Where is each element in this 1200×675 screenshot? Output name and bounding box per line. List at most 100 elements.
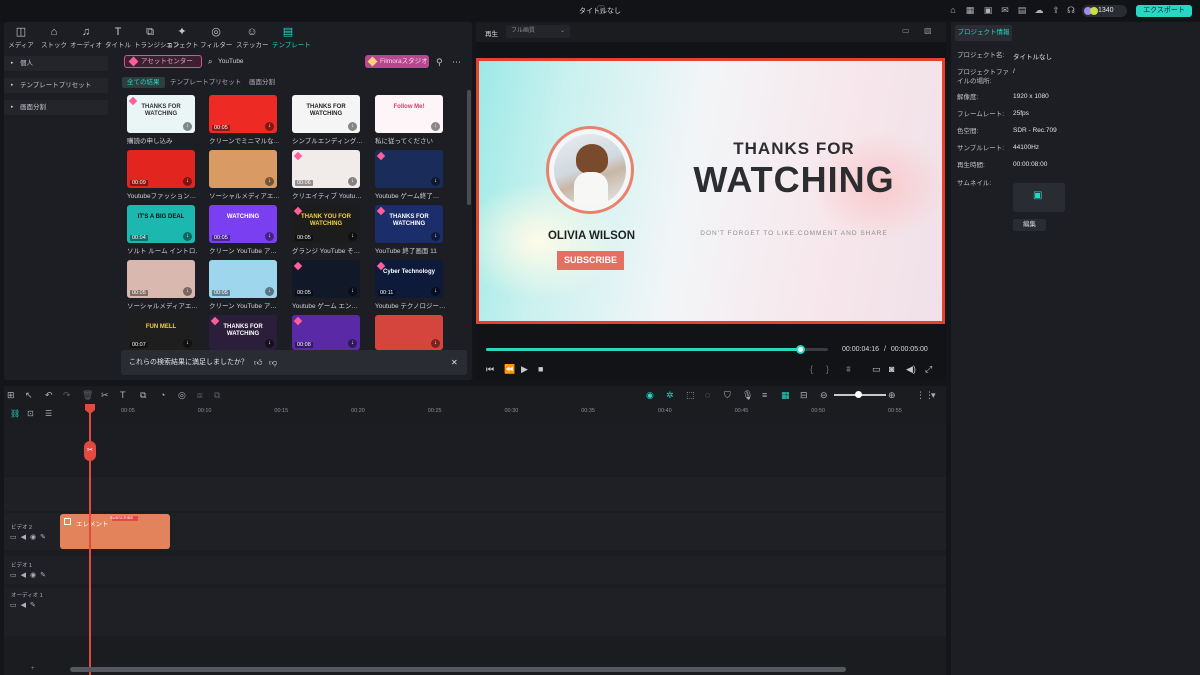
marker-icon[interactable]: ⩩ [846, 364, 851, 375]
color-icon[interactable]: ◎ [178, 390, 186, 401]
search-input[interactable]: ⌕ YouTube [206, 55, 356, 68]
template-card[interactable]: 00:05 ↓ クリーン YouTube ア… [209, 260, 277, 310]
download-icon[interactable]: ↓ [265, 122, 274, 131]
download-icon[interactable]: ↓ [265, 339, 274, 348]
download-icon[interactable]: ↓ [431, 232, 440, 241]
filmora-studio-button[interactable]: Filmoraスタジオ [365, 55, 429, 68]
asset-center-button[interactable]: アセットセンター [124, 55, 202, 68]
template-card[interactable]: THANKS FOR WATCHING ↓ YouTube 終了画面 11 [375, 205, 443, 255]
download-icon[interactable]: ↓ [348, 122, 357, 131]
download-icon[interactable]: ↓ [348, 232, 357, 241]
play-icon[interactable]: ▶ [521, 364, 528, 375]
group-icon[interactable]: ⧉ [214, 390, 220, 401]
download-icon[interactable]: ↓ [183, 232, 192, 241]
mail-icon[interactable]: ✉ [1000, 5, 1010, 15]
download-icon[interactable]: ↓ [431, 177, 440, 186]
template-card[interactable]: 00:05 ↓ クリーンでミニマルな… [209, 95, 279, 145]
grid-icon[interactable]: ▦ [965, 5, 975, 15]
tracks-icon[interactable]: ▦ [781, 390, 790, 401]
more-icon[interactable]: ⋯ [452, 57, 461, 68]
category-audio[interactable]: ♫ オーディオ [70, 25, 102, 51]
link-clip-icon[interactable]: ⊡ [27, 409, 34, 418]
zoom-in-icon[interactable]: ⊕ [888, 390, 896, 401]
close-icon[interactable]: ✕ [451, 350, 458, 375]
time-ruler[interactable] [4, 405, 946, 418]
video-preview[interactable]: OLIVIA WILSON SUBSCRIBE THANKS FOR WATCH… [476, 58, 945, 324]
filter-funnel-icon[interactable]: ⚲ [436, 57, 443, 68]
download-icon[interactable]: ↓ [183, 122, 192, 131]
quality-select[interactable]: フル画質 ⌄ [506, 25, 570, 38]
template-card[interactable]: 00:09 ↓ Youtubeファッション… [127, 150, 196, 200]
download-icon[interactable]: ↓ [431, 122, 440, 131]
download-icon[interactable]: ↓ [183, 287, 192, 296]
progress-handle[interactable] [795, 345, 805, 354]
template-card[interactable]: THANKS FOR WATCHING ↓ 購読の申し込み [127, 95, 195, 145]
tab-all-results[interactable]: 全ての結果 [122, 77, 165, 88]
sidebar-item-split[interactable]: ▸ 画面分割 [4, 100, 108, 115]
credits-badge[interactable]: 1340 [1082, 5, 1127, 17]
download-icon[interactable]: ↓ [183, 339, 192, 348]
download-icon[interactable]: ↓ [348, 287, 357, 296]
play-circle-icon[interactable]: ◌ [705, 390, 710, 400]
stop-icon[interactable]: ■ [538, 364, 543, 374]
audio-mix-icon[interactable]: ≡ [762, 390, 767, 400]
track-controls-icon[interactable]: ▭◀✎ [10, 601, 40, 609]
mic-icon[interactable]: 🎙︎ [742, 390, 753, 401]
track-controls-icon[interactable]: ▭◀◉✎ [10, 533, 50, 541]
speed-icon[interactable]: ◔ [160, 390, 165, 400]
download-icon[interactable]: ↓ [348, 177, 357, 186]
template-card[interactable]: ↓ [375, 315, 443, 350]
ai-icon[interactable]: ◉ [646, 390, 654, 401]
split-icon[interactable]: ✂ [101, 390, 109, 401]
zoom-out-icon[interactable]: ⊖ [820, 390, 828, 401]
volume-icon[interactable]: ◀) [906, 364, 916, 375]
text-tool-icon[interactable]: T [120, 390, 126, 400]
horizontal-scrollbar[interactable] [70, 667, 846, 672]
template-card[interactable]: WATCHING 00:05 ↓ クリーン YouTube ア… [209, 205, 277, 255]
dropdown-icon[interactable]: ▾ [931, 390, 936, 401]
category-filter[interactable]: ◎ フィルター [200, 25, 232, 51]
category-stock[interactable]: ⌂ ストック [38, 25, 70, 51]
delete-icon[interactable]: 🗑︎ [82, 390, 93, 401]
download-icon[interactable]: ↓ [183, 177, 192, 186]
category-title[interactable]: T タイトル [102, 25, 134, 51]
template-card[interactable]: ↓ ソーシャルメディアエ… [209, 150, 279, 200]
step-back-icon[interactable]: ⏮ [486, 364, 494, 375]
display-icon[interactable]: ▭ [872, 364, 881, 375]
category-sticker[interactable]: ☺ ステッカー [236, 25, 269, 51]
template-card[interactable]: THANK YOU FOR WATCHING 00:05 ↓ グランジ YouTube… [292, 205, 360, 255]
template-card[interactable]: 00:05 ↓ Youtube ゲーム エン… [292, 260, 360, 310]
fit-icon[interactable]: ⊟ [800, 390, 808, 401]
tab-project-info[interactable]: プロジェクト情報 [955, 25, 1012, 41]
category-transition[interactable]: ⧉ トランジション [134, 25, 180, 51]
export-button[interactable]: エクスポート [1136, 5, 1192, 17]
download-icon[interactable]: ↓ [348, 339, 357, 348]
select-tool-icon[interactable]: ↖ [25, 390, 33, 401]
thumbnail-preview[interactable]: ▣ [1013, 183, 1065, 212]
template-card[interactable]: THANKS FOR WATCHING ↓ [209, 315, 277, 350]
layout-grid-icon[interactable]: ⊞ [7, 390, 15, 401]
download-icon[interactable]: ↓ [265, 287, 274, 296]
info-icon[interactable]: ⓘ [596, 5, 606, 15]
template-card[interactable]: 00:08 ↓ [292, 315, 360, 350]
template-card[interactable]: 00:06 ↓ クリエイティブ Youtu… [292, 150, 362, 200]
mark-out-icon[interactable]: } [826, 364, 829, 374]
picture-icon[interactable]: ▣ [983, 5, 993, 15]
effects-icon[interactable]: ✲ [666, 390, 674, 401]
sidebar-item-personal[interactable]: ▸ 個人 [4, 56, 108, 71]
tab-template-presets[interactable]: テンプレートプリセット [165, 77, 246, 88]
category-effect[interactable]: ✦ エフェクト [166, 25, 199, 51]
fullscreen-icon[interactable]: ⤢ [925, 364, 932, 375]
split-marker-icon[interactable]: ✂ [84, 441, 96, 461]
zoom-handle[interactable] [855, 391, 862, 398]
redo-icon[interactable]: ↷ [63, 390, 71, 401]
category-media[interactable]: ◫ メディア [5, 25, 37, 51]
download-icon[interactable]: ↓ [431, 339, 440, 348]
mark-in-icon[interactable]: { [810, 364, 813, 374]
save-icon[interactable]: ▤ [1017, 5, 1027, 15]
thumbs-down-icon[interactable]: 👎︎ [269, 350, 277, 375]
category-template[interactable]: ▤ テンプレート [272, 25, 311, 51]
template-card[interactable]: IT'S A BIG DEAL 00:04 ↓ ソルト ルーム イントロ… [127, 205, 197, 255]
frame-back-icon[interactable]: ⏪ [504, 364, 515, 375]
render-icon[interactable]: ⬚ [686, 390, 695, 401]
